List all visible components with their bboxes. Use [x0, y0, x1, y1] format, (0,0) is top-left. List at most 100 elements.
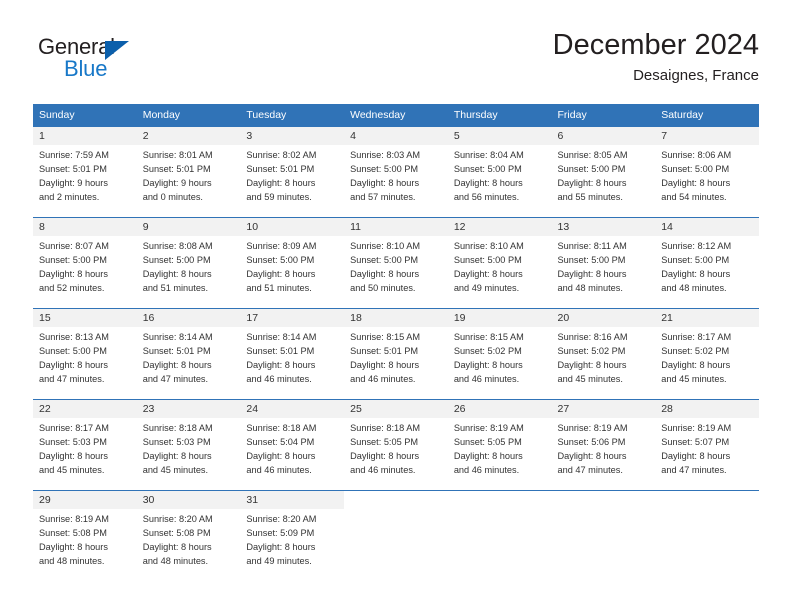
brand-name-blue: Blue [64, 56, 108, 81]
calendar-day-cell[interactable]: 19 Sunrise: 8:15 AM Sunset: 5:02 PM Dayligh… [447, 308, 552, 400]
day-number: 10 [240, 218, 345, 236]
sunset-text: Sunset: 5:01 PM [142, 345, 211, 356]
sunset-text: Sunset: 5:07 PM [661, 436, 730, 447]
calendar-day-cell[interactable]: 1 Sunrise: 7:59 AM Sunset: 5:01 PM Daylight… [33, 126, 137, 218]
brand-logo[interactable]: General Blue [38, 36, 238, 92]
calendar-day-cell[interactable]: 8 Sunrise: 8:07 AM Sunset: 5:00 PM Daylight… [33, 217, 137, 309]
day-details: Sunrise: 8:17 AM Sunset: 5:02 PM Daylight:… [655, 327, 759, 387]
sunrise-text: Sunrise: 8:05 AM [557, 150, 628, 160]
day-number: 29 [33, 491, 137, 509]
calendar-day-cell[interactable]: 5 Sunrise: 8:04 AM Sunset: 5:00 PM Daylight… [447, 126, 552, 218]
brand-name-general: General [38, 34, 115, 59]
day-details: Sunrise: 8:15 AM Sunset: 5:02 PM Daylight:… [448, 327, 552, 387]
daylight-text-line1: Daylight: 8 hours [557, 268, 627, 279]
daylight-text-line1: Daylight: 8 hours [557, 359, 627, 370]
sunrise-text: Sunrise: 8:19 AM [557, 423, 628, 433]
calendar-day-cell-empty [344, 490, 448, 581]
sunrise-text: Sunrise: 8:11 AM [557, 241, 627, 251]
day-number: 15 [33, 309, 137, 327]
sunrise-text: Sunrise: 8:14 AM [246, 332, 317, 342]
sunrise-text: Sunrise: 8:18 AM [142, 423, 213, 433]
day-number: 17 [240, 309, 345, 327]
calendar-day-cell[interactable]: 29 Sunrise: 8:19 AM Sunset: 5:08 PM Dayligh… [33, 490, 137, 581]
calendar-day-cell[interactable]: 31 Sunrise: 8:20 AM Sunset: 5:09 PM Dayligh… [240, 490, 345, 581]
daylight-text-line2: and 46 minutes. [350, 464, 416, 475]
day-number: 27 [551, 400, 656, 418]
day-details: Sunrise: 8:06 AM Sunset: 5:00 PM Daylight:… [655, 145, 759, 205]
day-number [448, 491, 552, 509]
daylight-text-line1: Daylight: 9 hours [142, 177, 212, 188]
weekday-header-wednesday: Wednesday [344, 104, 448, 127]
sunset-text: Sunset: 5:00 PM [557, 254, 626, 265]
day-number: 24 [240, 400, 345, 418]
day-number: 7 [655, 127, 759, 145]
calendar-day-cell[interactable]: 27 Sunrise: 8:19 AM Sunset: 5:06 PM Dayligh… [551, 399, 656, 491]
day-number: 4 [344, 127, 448, 145]
sunrise-text: Sunrise: 8:06 AM [661, 150, 732, 160]
daylight-text-line2: and 59 minutes. [246, 191, 312, 202]
sunset-text: Sunset: 5:06 PM [557, 436, 626, 447]
calendar-day-cell[interactable]: 17 Sunrise: 8:14 AM Sunset: 5:01 PM Dayligh… [240, 308, 345, 400]
daylight-text-line2: and 47 minutes. [557, 464, 623, 475]
day-details: Sunrise: 8:18 AM Sunset: 5:03 PM Daylight:… [137, 418, 241, 478]
day-number: 5 [447, 127, 552, 145]
sunset-text: Sunset: 5:00 PM [39, 254, 107, 265]
daylight-text-line2: and 47 minutes. [142, 373, 209, 384]
calendar-body: 1 Sunrise: 7:59 AM Sunset: 5:01 PM Daylight… [33, 126, 759, 581]
calendar-day-cell[interactable]: 24 Sunrise: 8:18 AM Sunset: 5:04 PM Dayligh… [240, 399, 345, 491]
calendar-day-cell[interactable]: 10 Sunrise: 8:09 AM Sunset: 5:00 PM Dayligh… [240, 217, 345, 309]
daylight-text-line1: Daylight: 8 hours [350, 359, 420, 370]
day-details: Sunrise: 8:20 AM Sunset: 5:09 PM Daylight:… [240, 509, 344, 569]
daylight-text-line2: and 0 minutes. [142, 191, 203, 202]
day-number: 9 [136, 218, 241, 236]
daylight-text-line1: Daylight: 8 hours [661, 359, 731, 370]
daylight-text-line1: Daylight: 8 hours [557, 177, 627, 188]
daylight-text-line2: and 49 minutes. [246, 555, 312, 566]
day-details: Sunrise: 8:19 AM Sunset: 5:06 PM Daylight:… [552, 418, 656, 478]
calendar-day-cell[interactable]: 23 Sunrise: 8:18 AM Sunset: 5:03 PM Dayligh… [136, 399, 241, 491]
calendar-day-cell[interactable]: 3 Sunrise: 8:02 AM Sunset: 5:01 PM Daylight… [240, 126, 345, 218]
day-details: Sunrise: 8:08 AM Sunset: 5:00 PM Daylight:… [137, 236, 241, 296]
day-details: Sunrise: 8:20 AM Sunset: 5:08 PM Daylight:… [137, 509, 241, 569]
calendar-day-cell[interactable]: 26 Sunrise: 8:19 AM Sunset: 5:05 PM Dayligh… [447, 399, 552, 491]
calendar-day-cell[interactable]: 25 Sunrise: 8:18 AM Sunset: 5:05 PM Dayligh… [344, 399, 448, 491]
sunset-text: Sunset: 5:03 PM [39, 436, 107, 447]
calendar-day-cell[interactable]: 22 Sunrise: 8:17 AM Sunset: 5:03 PM Dayligh… [33, 399, 137, 491]
calendar-day-cell[interactable]: 6 Sunrise: 8:05 AM Sunset: 5:00 PM Daylight… [551, 126, 656, 218]
day-details: Sunrise: 8:15 AM Sunset: 5:01 PM Daylight:… [344, 327, 448, 387]
calendar-day-cell[interactable]: 13 Sunrise: 8:11 AM Sunset: 5:00 PM Dayligh… [551, 217, 656, 309]
sunset-text: Sunset: 5:08 PM [39, 527, 107, 538]
sunset-text: Sunset: 5:04 PM [246, 436, 315, 447]
sunrise-text: Sunrise: 8:15 AM [350, 332, 421, 342]
sunset-text: Sunset: 5:05 PM [350, 436, 419, 447]
calendar-day-cell[interactable]: 2 Sunrise: 8:01 AM Sunset: 5:01 PM Daylight… [136, 126, 241, 218]
calendar-day-cell[interactable]: 28 Sunrise: 8:19 AM Sunset: 5:07 PM Dayligh… [655, 399, 759, 491]
calendar-day-cell[interactable]: 14 Sunrise: 8:12 AM Sunset: 5:00 PM Dayligh… [655, 217, 759, 309]
calendar-day-cell[interactable]: 21 Sunrise: 8:17 AM Sunset: 5:02 PM Dayligh… [655, 308, 759, 400]
sunrise-text: Sunrise: 8:14 AM [142, 332, 213, 342]
day-number: 14 [655, 218, 759, 236]
calendar-day-cell[interactable]: 9 Sunrise: 8:08 AM Sunset: 5:00 PM Daylight… [136, 217, 241, 309]
calendar-day-cell[interactable]: 12 Sunrise: 8:10 AM Sunset: 5:00 PM Dayligh… [447, 217, 552, 309]
calendar-day-cell[interactable]: 16 Sunrise: 8:14 AM Sunset: 5:01 PM Dayligh… [136, 308, 241, 400]
calendar-day-cell[interactable]: 11 Sunrise: 8:10 AM Sunset: 5:00 PM Dayligh… [344, 217, 448, 309]
day-number: 20 [551, 309, 656, 327]
sunrise-text: Sunrise: 7:59 AM [39, 150, 109, 160]
day-details: Sunrise: 8:02 AM Sunset: 5:01 PM Daylight:… [240, 145, 344, 205]
sunset-text: Sunset: 5:01 PM [142, 163, 211, 174]
calendar-day-cell[interactable]: 18 Sunrise: 8:15 AM Sunset: 5:01 PM Dayligh… [344, 308, 448, 400]
calendar-day-cell[interactable]: 4 Sunrise: 8:03 AM Sunset: 5:00 PM Daylight… [344, 126, 448, 218]
daylight-text-line2: and 46 minutes. [246, 464, 312, 475]
calendar-day-cell[interactable]: 30 Sunrise: 8:20 AM Sunset: 5:08 PM Dayligh… [136, 490, 241, 581]
daylight-text-line2: and 45 minutes. [661, 373, 727, 384]
calendar-day-cell[interactable]: 15 Sunrise: 8:13 AM Sunset: 5:00 PM Dayligh… [33, 308, 137, 400]
daylight-text-line1: Daylight: 8 hours [142, 359, 212, 370]
day-number: 28 [655, 400, 759, 418]
calendar-day-cell-empty [447, 490, 552, 581]
calendar-day-cell[interactable]: 7 Sunrise: 8:06 AM Sunset: 5:00 PM Daylight… [655, 126, 759, 218]
sunset-text: Sunset: 5:03 PM [142, 436, 211, 447]
day-details: Sunrise: 8:10 AM Sunset: 5:00 PM Daylight:… [448, 236, 552, 296]
day-number: 2 [136, 127, 241, 145]
daylight-text-line1: Daylight: 8 hours [350, 450, 420, 461]
calendar-day-cell[interactable]: 20 Sunrise: 8:16 AM Sunset: 5:02 PM Dayligh… [551, 308, 656, 400]
